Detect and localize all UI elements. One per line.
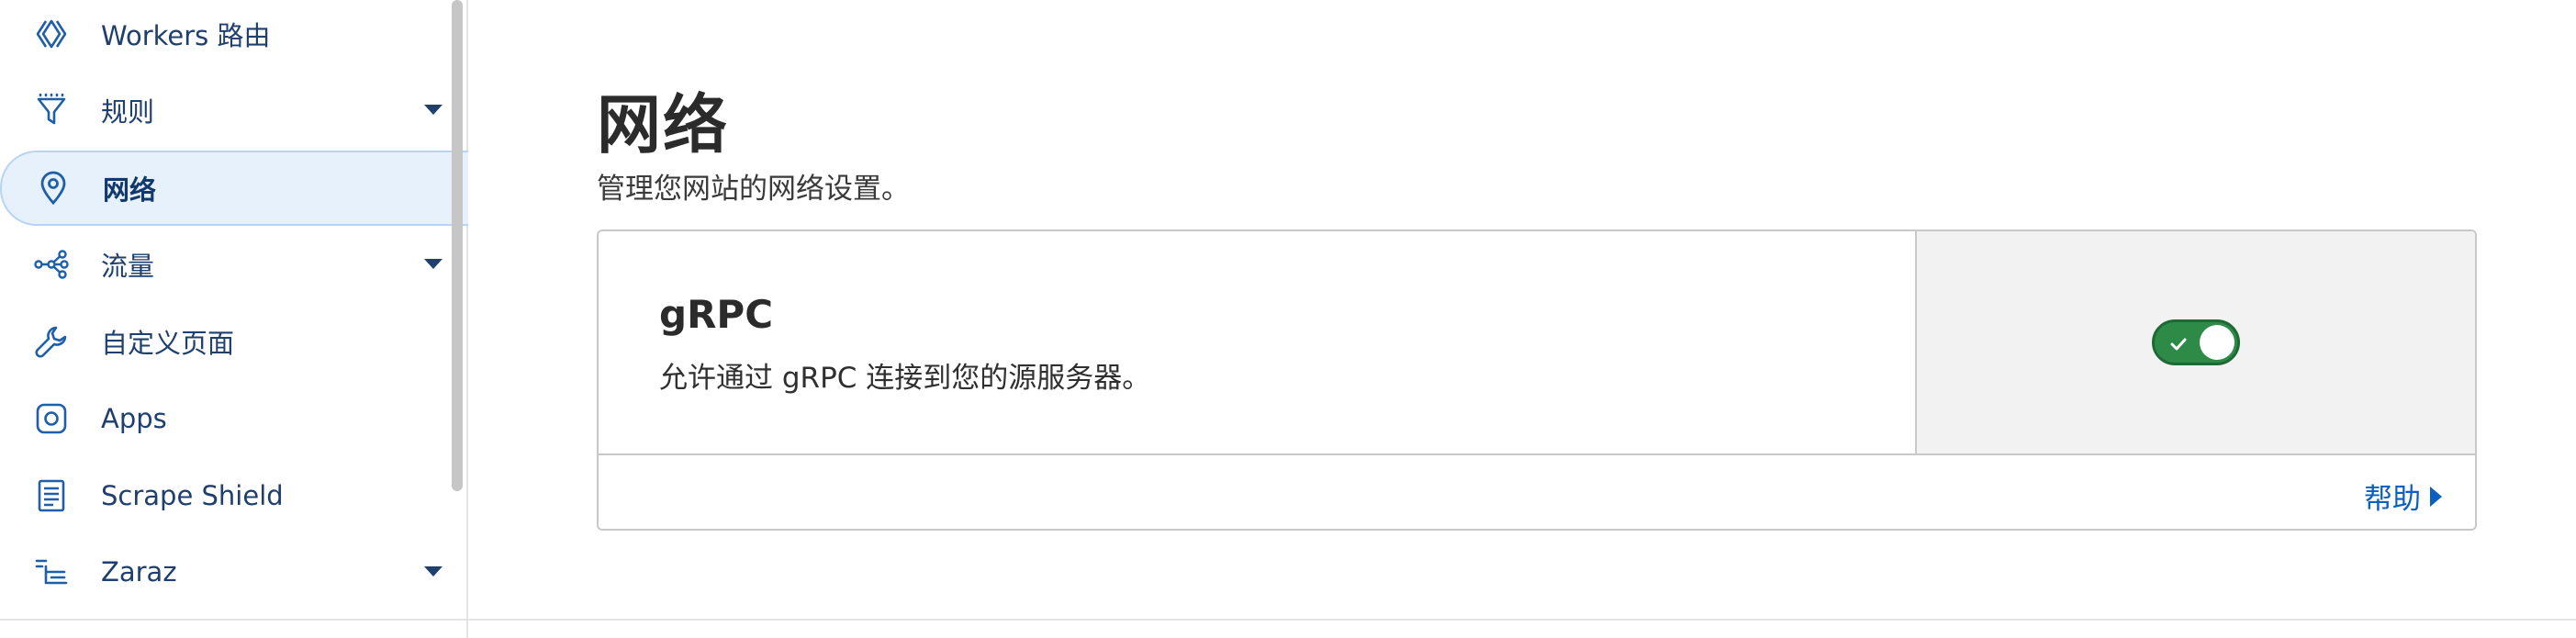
caret-right-icon (2430, 486, 2442, 507)
checkmark-icon (2170, 338, 2187, 351)
sidebar-item-label: 自定义页面 (101, 328, 235, 359)
chevron-down-icon (424, 259, 442, 269)
sidebar-item-apps[interactable]: Apps (0, 381, 468, 456)
card-body: gRPC 允许通过 gRPC 连接到您的源服务器。 (599, 231, 2475, 455)
card-footer: 帮助 (599, 455, 2475, 529)
sidebar-item-scrape-shield[interactable]: Scrape Shield (0, 458, 468, 533)
sidebar-item-label: Workers 路由 (101, 20, 271, 51)
card-description-panel: gRPC 允许通过 gRPC 连接到您的源服务器。 (599, 231, 1915, 453)
sidebar-item-label: 规则 (101, 96, 155, 128)
grpc-setting-card: gRPC 允许通过 gRPC 连接到您的源服务器。 帮助 (597, 229, 2477, 531)
card-control-panel (1915, 231, 2475, 453)
chevron-down-icon (424, 105, 442, 115)
sidebar-item-custom-pages[interactable]: 自定义页面 (0, 304, 468, 379)
help-link[interactable]: 帮助 (2364, 476, 2442, 517)
traffic-icon (33, 246, 70, 283)
card-description: 允许通过 gRPC 连接到您的源服务器。 (659, 362, 1151, 395)
rules-funnel-icon (33, 92, 70, 129)
sidebar-nav-list: Workers 路由 规则 网络 流量 自定义页面 Apps Scrape Sh… (0, 0, 468, 633)
page-title: 网络 (597, 87, 729, 162)
apps-icon (33, 400, 70, 437)
zaraz-icon (33, 554, 70, 590)
sidebar-item-traffic[interactable]: 流量 (0, 227, 468, 302)
sidebar-item-label: Scrape Shield (101, 480, 284, 511)
sidebar-item-label: 网络 (103, 174, 157, 206)
sidebar-item-label: Zaraz (101, 556, 177, 588)
sidebar-item-label: 流量 (101, 251, 155, 282)
sidebar-item-rules[interactable]: 规则 (0, 73, 468, 148)
sidebar-item-network[interactable]: 网络 (0, 151, 468, 226)
page-subtitle: 管理您网站的网络设置。 (597, 173, 910, 206)
sidebar-item-label: Apps (101, 403, 167, 434)
toggle-knob (2200, 325, 2234, 360)
location-pin-icon (35, 170, 72, 207)
help-link-label: 帮助 (2364, 483, 2421, 516)
workers-routes-icon (33, 16, 70, 52)
divider (0, 619, 2576, 621)
document-icon (33, 477, 70, 514)
sidebar-scrollbar[interactable] (452, 0, 463, 491)
wrench-icon (33, 323, 70, 360)
sidebar-item-zaraz[interactable]: Zaraz (0, 534, 468, 610)
sidebar-item-workers-routes[interactable]: Workers 路由 (0, 0, 468, 72)
app-window: Workers 路由 规则 网络 流量 自定义页面 Apps Scrape Sh… (0, 0, 2576, 638)
sidebar: Workers 路由 规则 网络 流量 自定义页面 Apps Scrape Sh… (0, 0, 468, 638)
chevron-down-icon (424, 566, 442, 576)
grpc-toggle[interactable] (2152, 319, 2240, 365)
card-title: gRPC (659, 292, 774, 337)
